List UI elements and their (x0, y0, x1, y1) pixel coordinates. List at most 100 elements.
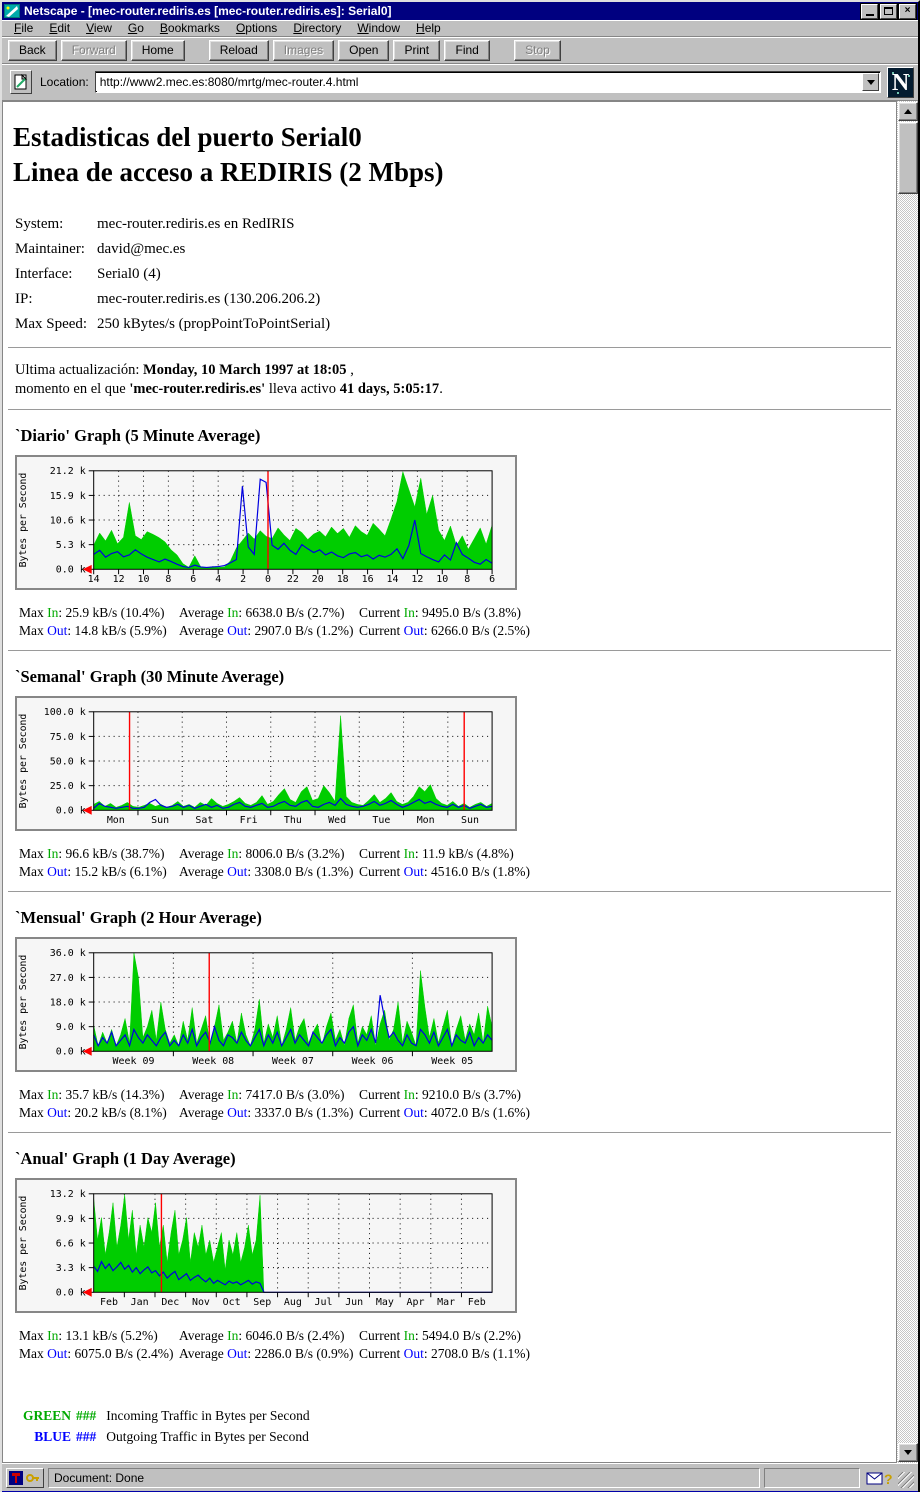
key-icon[interactable] (25, 1471, 41, 1485)
menu-help[interactable]: Help (408, 20, 449, 37)
svg-text:May: May (376, 1297, 394, 1308)
svg-text:Mon: Mon (107, 815, 125, 826)
arrow-down-icon (904, 1450, 912, 1455)
svg-text:Week 06: Week 06 (352, 1056, 394, 1067)
location-bar: Location: N (2, 64, 918, 101)
menu-file[interactable]: File (6, 20, 41, 37)
page-link-icon[interactable] (10, 70, 32, 94)
find-button[interactable]: Find (444, 40, 490, 61)
maximize-icon (884, 7, 893, 15)
images-button[interactable]: Images (273, 40, 334, 61)
section-title: `Anual' Graph (1 Day Average) (15, 1149, 896, 1169)
divider (8, 347, 891, 349)
info-row-system: System:mec-router.rediris.es en RedIRIS (15, 212, 896, 237)
page-title: Estadisticas del puerto Serial0 Linea de… (13, 120, 896, 190)
status-icons (6, 1468, 44, 1488)
close-icon: × (905, 6, 911, 16)
menu-directory[interactable]: Directory (285, 20, 349, 37)
divider (8, 409, 891, 411)
svg-text:16: 16 (362, 574, 374, 585)
svg-text:12: 12 (113, 574, 125, 585)
scroll-down-button[interactable] (898, 1443, 918, 1462)
toolbar: Back Forward Home Reload Images Open Pri… (2, 37, 918, 64)
svg-text:Feb: Feb (468, 1297, 486, 1308)
minimize-button[interactable] (861, 4, 878, 19)
svg-text:18.0 k: 18.0 k (50, 998, 86, 1009)
svg-text:6: 6 (190, 574, 196, 585)
mail-icon[interactable]: ? (864, 1468, 894, 1488)
vertical-scrollbar[interactable] (896, 101, 918, 1463)
print-button[interactable]: Print (393, 40, 440, 61)
svg-text:Sep: Sep (253, 1297, 271, 1308)
svg-text:Feb: Feb (100, 1297, 118, 1308)
arrow-up-icon (904, 109, 912, 114)
maximize-button[interactable] (880, 4, 897, 19)
progress-bar (764, 1468, 860, 1488)
svg-text:Week 08: Week 08 (192, 1056, 234, 1067)
location-dropdown-button[interactable] (862, 73, 879, 91)
svg-text:Bytes per Second: Bytes per Second (18, 714, 29, 809)
location-field (95, 71, 881, 93)
info-row-interface: Interface:Serial0 (4) (15, 262, 896, 287)
menu-go[interactable]: Go (120, 20, 152, 37)
svg-text:0.0 k: 0.0 k (56, 1288, 86, 1299)
chevron-down-icon (867, 80, 875, 85)
close-button[interactable]: × (899, 4, 916, 19)
traffic-graph-monthly[interactable]: 36.0 k27.0 k18.0 k9.0 k0.0 kWeek 09Week … (15, 937, 517, 1072)
legend-incoming: GREEN ### Incoming Traffic in Bytes per … (19, 1405, 896, 1426)
netscape-logo[interactable]: N (887, 67, 914, 98)
svg-text:36.0 k: 36.0 k (50, 948, 86, 959)
scroll-up-button[interactable] (898, 102, 918, 121)
traffic-graph-weekly[interactable]: 100.0 k75.0 k50.0 k25.0 k0.0 kMonSunSatF… (15, 696, 517, 831)
svg-text:Sun: Sun (461, 815, 479, 826)
stop-button[interactable]: Stop (514, 40, 561, 61)
stats-monthly: Max In: 35.7 kB/s (14.3%) Average In: 74… (19, 1086, 896, 1122)
section-title: `Semanal' Graph (30 Minute Average) (15, 667, 896, 687)
window-title: Netscape - [mec-router.rediris.es [mec-r… (24, 4, 861, 18)
resize-grip[interactable] (898, 1472, 914, 1488)
minimize-icon (866, 14, 874, 16)
traffic-graph-yearly[interactable]: 13.2 k9.9 k6.6 k3.3 k0.0 kFebJanDecNovOc… (15, 1178, 517, 1313)
traffic-graph-daily[interactable]: 21.2 k15.9 k10.6 k5.3 k0.0 k141210864202… (15, 455, 517, 590)
menu-window[interactable]: Window (349, 20, 408, 37)
svg-text:Mar: Mar (437, 1297, 455, 1308)
security-icon[interactable] (9, 1471, 23, 1485)
svg-text:20: 20 (312, 574, 324, 585)
svg-text:8: 8 (464, 574, 470, 585)
svg-text:2: 2 (240, 574, 246, 585)
svg-text:50.0 k: 50.0 k (50, 757, 86, 768)
section-title: `Diario' Graph (5 Minute Average) (15, 426, 896, 446)
forward-button[interactable]: Forward (61, 40, 127, 61)
home-button[interactable]: Home (131, 40, 185, 61)
svg-text:Tue: Tue (372, 815, 390, 826)
menu-view[interactable]: View (78, 20, 120, 37)
svg-text:Aug: Aug (284, 1297, 302, 1308)
section-monthly: `Mensual' Graph (2 Hour Average) 36.0 k2… (3, 908, 896, 1122)
reload-button[interactable]: Reload (209, 40, 269, 61)
svg-text:14: 14 (386, 574, 398, 585)
menu-edit[interactable]: Edit (41, 20, 78, 37)
svg-text:Oct: Oct (223, 1297, 241, 1308)
netscape-window: Netscape - [mec-router.rediris.es [mec-r… (0, 0, 920, 1492)
svg-text:10.6 k: 10.6 k (50, 516, 86, 527)
svg-text:10: 10 (436, 574, 448, 585)
location-input[interactable] (96, 73, 862, 91)
green-swatch: ### (76, 1405, 96, 1426)
info-row-ip: IP:mec-router.rediris.es (130.206.206.2) (15, 287, 896, 312)
svg-text:Bytes per Second: Bytes per Second (18, 473, 29, 568)
svg-text:Nov: Nov (192, 1297, 210, 1308)
divider (8, 1132, 891, 1134)
stats-weekly: Max In: 96.6 kB/s (38.7%) Average In: 80… (19, 845, 896, 881)
menu-bookmarks[interactable]: Bookmarks (152, 20, 228, 37)
svg-text:0.0 k: 0.0 k (56, 806, 86, 817)
svg-text:25.0 k: 25.0 k (50, 781, 86, 792)
netscape-app-icon[interactable] (4, 4, 20, 18)
svg-text:6.6 k: 6.6 k (56, 1239, 86, 1250)
scrollbar-track[interactable] (897, 194, 918, 1442)
menu-options[interactable]: Options (228, 20, 285, 37)
back-button[interactable]: Back (8, 40, 57, 61)
chart-legend: GREEN ### Incoming Traffic in Bytes per … (19, 1405, 896, 1447)
open-button[interactable]: Open (338, 40, 389, 61)
page-content: Estadisticas del puerto Serial0 Linea de… (2, 101, 896, 1463)
scrollbar-thumb[interactable] (898, 122, 918, 194)
